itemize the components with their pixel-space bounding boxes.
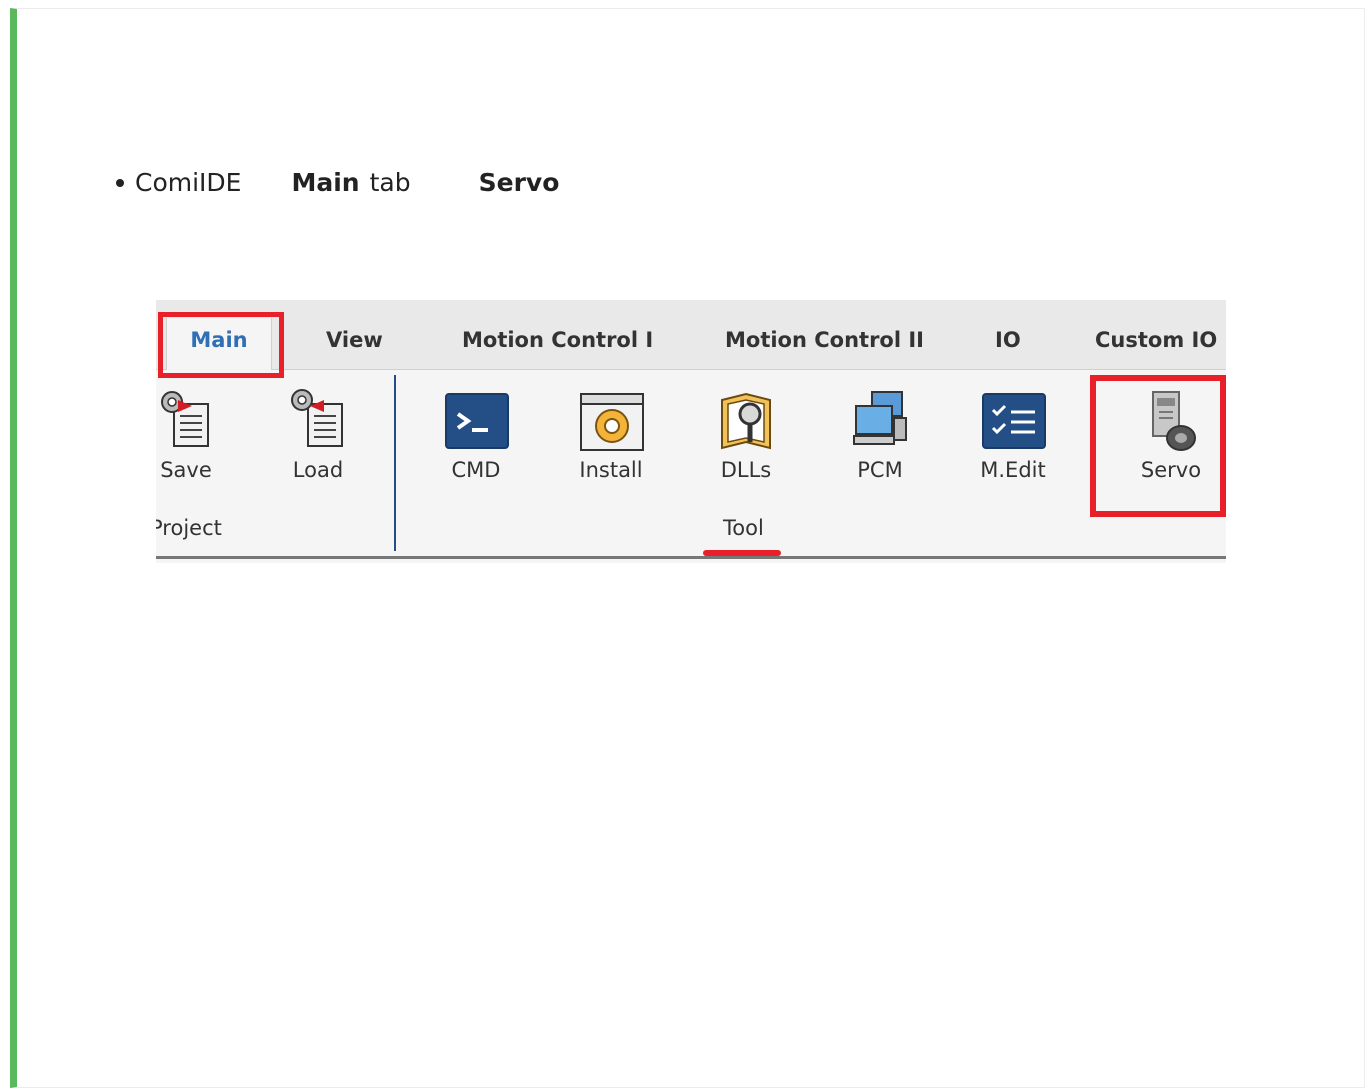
load-button[interactable]: Load <box>273 388 363 482</box>
bullet-dot <box>116 178 124 187</box>
dll-search-icon <box>712 388 780 452</box>
instruction-line: ComiIDE Main tab Servo <box>116 168 559 197</box>
pcm-label: PCM <box>857 458 903 482</box>
medit-button[interactable]: M.Edit <box>968 388 1058 482</box>
tool-group-label: Tool <box>723 516 764 540</box>
tab-custom-io[interactable]: Custom IO <box>1095 328 1217 352</box>
ribbon-body: Save Load Project CMD Install DLLs Tool … <box>156 370 1226 556</box>
computers-icon <box>846 388 914 452</box>
group-separator <box>394 375 396 551</box>
ribbon-bottom-border <box>156 556 1226 559</box>
load-project-icon <box>284 388 352 452</box>
install-button[interactable]: Install <box>566 388 656 482</box>
terminal-icon <box>442 388 510 452</box>
tab-io[interactable]: IO <box>995 328 1021 352</box>
instruction-tab-word: tab <box>369 168 411 197</box>
main-tab-highlight <box>158 312 284 378</box>
load-label: Load <box>292 458 344 482</box>
cmd-label: CMD <box>451 458 501 482</box>
pcm-button[interactable]: PCM <box>835 388 925 482</box>
instruction-tab-name: Main <box>291 168 360 197</box>
project-group-label: Project <box>156 516 222 540</box>
install-label: Install <box>579 458 643 482</box>
save-project-icon <box>156 388 220 452</box>
install-gear-icon <box>577 388 645 452</box>
tab-view[interactable]: View <box>326 328 383 352</box>
dlls-button[interactable]: DLLs <box>701 388 791 482</box>
tab-motion-control-1[interactable]: Motion Control I <box>462 328 653 352</box>
instruction-target: Servo <box>478 168 560 197</box>
ribbon-tab-bar: Main View Motion Control I Motion Contro… <box>156 300 1226 370</box>
checklist-icon <box>979 388 1047 452</box>
cmd-button[interactable]: CMD <box>431 388 521 482</box>
tab-motion-control-2[interactable]: Motion Control II <box>725 328 924 352</box>
dlls-label: DLLs <box>720 458 772 482</box>
medit-label: M.Edit <box>980 458 1046 482</box>
instruction-app: ComiIDE <box>135 168 242 197</box>
save-button[interactable]: Save <box>156 388 231 482</box>
servo-highlight <box>1090 375 1226 517</box>
save-label: Save <box>160 458 212 482</box>
ribbon-screenshot: Main View Motion Control I Motion Contro… <box>156 300 1226 563</box>
